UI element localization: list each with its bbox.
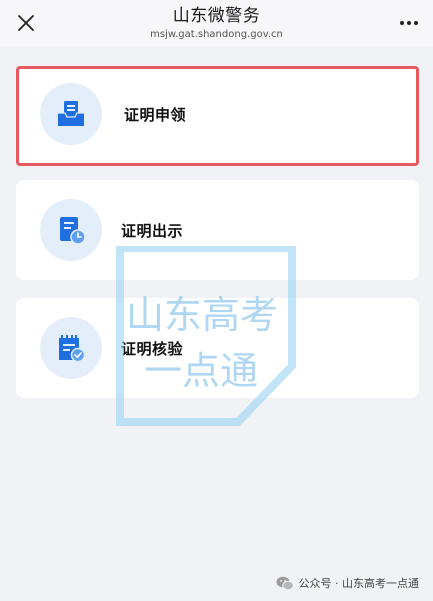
close-button[interactable]	[10, 8, 42, 38]
card-label: 证明核验	[121, 340, 184, 358]
document-clock-icon	[60, 217, 86, 245]
icon-circle	[40, 199, 102, 261]
card-certificate-apply[interactable]: 证明申领	[16, 66, 419, 166]
icon-circle	[40, 83, 102, 145]
card-certificate-show[interactable]: 证明出示	[16, 180, 419, 280]
footer-text: 公众号 · 山东高考一点通	[298, 577, 420, 590]
page-title: 山东微警务	[172, 6, 261, 26]
more-dots-icon	[400, 21, 418, 25]
card-label: 证明申领	[124, 106, 187, 124]
card-certificate-verify[interactable]: 证明核验	[16, 298, 419, 398]
icon-circle	[40, 317, 102, 379]
top-bar: 山东微警务 msjw.gat.shandong.gov.cn	[0, 0, 433, 46]
title-area: 山东微警务 msjw.gat.shandong.gov.cn	[90, 5, 343, 41]
wechat-icon	[276, 576, 294, 590]
footer-account: 公众号 · 山东高考一点通	[276, 574, 420, 592]
calendar-check-icon	[59, 335, 86, 363]
more-button[interactable]	[395, 10, 423, 36]
inbox-document-icon	[58, 101, 84, 126]
card-label: 证明出示	[121, 222, 184, 240]
page-domain: msjw.gat.shandong.gov.cn	[150, 29, 283, 40]
close-icon	[18, 15, 34, 31]
